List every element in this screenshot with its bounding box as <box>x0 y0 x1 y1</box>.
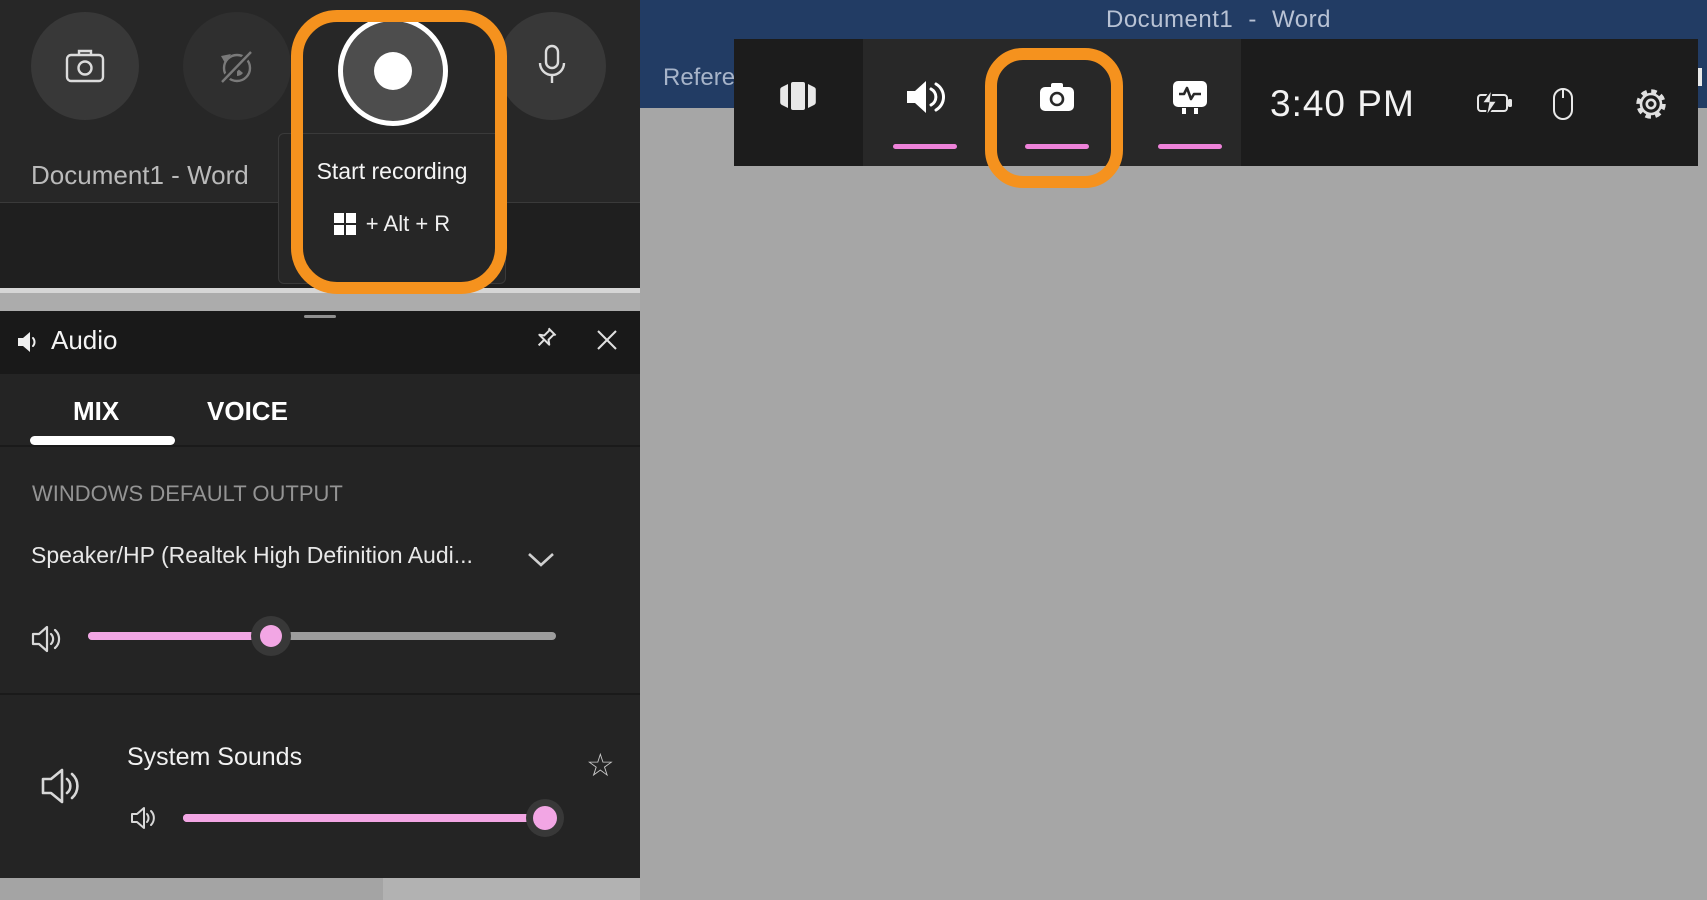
master-volume-thumb[interactable] <box>251 616 291 656</box>
clock: 3:40 PM <box>1270 83 1430 125</box>
filmstrip-icon <box>775 75 821 119</box>
widget-button-audio[interactable] <box>870 47 980 147</box>
master-volume-slider[interactable] <box>88 632 556 640</box>
speaker-icon <box>129 803 159 833</box>
thumb-dot <box>533 806 557 830</box>
annotation-highlight-record-button <box>291 10 507 294</box>
background-strip <box>383 878 640 900</box>
audio-panel: Audio MIX VOICE WINDOWS DEFAULT OUTPUT <box>0 311 640 878</box>
drag-handle[interactable] <box>304 315 336 318</box>
audio-panel-title: Audio <box>51 325 118 356</box>
record-last-disabled-icon <box>213 42 261 90</box>
speaker-icon <box>903 78 947 116</box>
widget-active-underline-audio <box>893 144 957 149</box>
tab-mix[interactable]: MIX <box>73 396 119 427</box>
settings-gear-icon[interactable] <box>1633 86 1669 122</box>
annotation-highlight-capture-widget <box>985 48 1123 188</box>
favorite-star-icon[interactable]: ☆ <box>586 749 615 781</box>
active-tab-underline <box>30 436 175 445</box>
output-device-dropdown[interactable]: Speaker/HP (Realtek High Definition Audi… <box>31 542 473 569</box>
pin-icon[interactable] <box>531 325 559 353</box>
chevron-down-icon[interactable] <box>526 551 556 569</box>
widget-active-underline-performance <box>1158 144 1222 149</box>
mouse-icon[interactable] <box>1551 86 1575 122</box>
system-sounds-thumb[interactable] <box>526 799 564 837</box>
audio-panel-header: Audio <box>0 311 640 374</box>
master-volume-fill <box>88 632 271 640</box>
tab-voice[interactable]: VOICE <box>207 396 288 427</box>
widget-button-gallery[interactable] <box>743 47 853 147</box>
background-strip <box>0 878 383 900</box>
game-bar-toolbar: 3:40 PM <box>734 39 1698 166</box>
take-screenshot-button[interactable] <box>31 12 139 120</box>
speaker-icon <box>16 329 42 355</box>
microphone-icon <box>536 43 568 89</box>
close-icon[interactable] <box>595 328 619 352</box>
background-gap <box>0 293 640 311</box>
microphone-toggle-button[interactable] <box>498 12 606 120</box>
system-sounds-slider[interactable] <box>183 814 545 822</box>
word-window-title: Document1 - Word <box>1106 6 1331 34</box>
word-ribbon-tab-references: Refere <box>663 64 735 92</box>
speaker-icon <box>30 622 64 656</box>
divider <box>0 693 640 695</box>
widget-button-performance[interactable] <box>1135 47 1245 147</box>
speaker-icon <box>39 763 85 809</box>
game-bar-overlay: Document1 - Word Refere <box>0 0 1707 900</box>
battery-charging-icon <box>1476 88 1514 118</box>
camera-icon <box>63 47 107 85</box>
divider <box>0 445 640 447</box>
output-section-label: WINDOWS DEFAULT OUTPUT <box>32 481 343 507</box>
record-last-30s-button-disabled <box>183 12 291 120</box>
ribbon-text-fragment <box>1698 68 1702 86</box>
performance-icon <box>1170 78 1210 116</box>
system-sounds-fill <box>183 814 545 822</box>
thumb-dot <box>260 625 282 647</box>
capture-target-window-label: Document1 - Word <box>31 160 249 191</box>
system-sounds-label: System Sounds <box>127 743 302 772</box>
